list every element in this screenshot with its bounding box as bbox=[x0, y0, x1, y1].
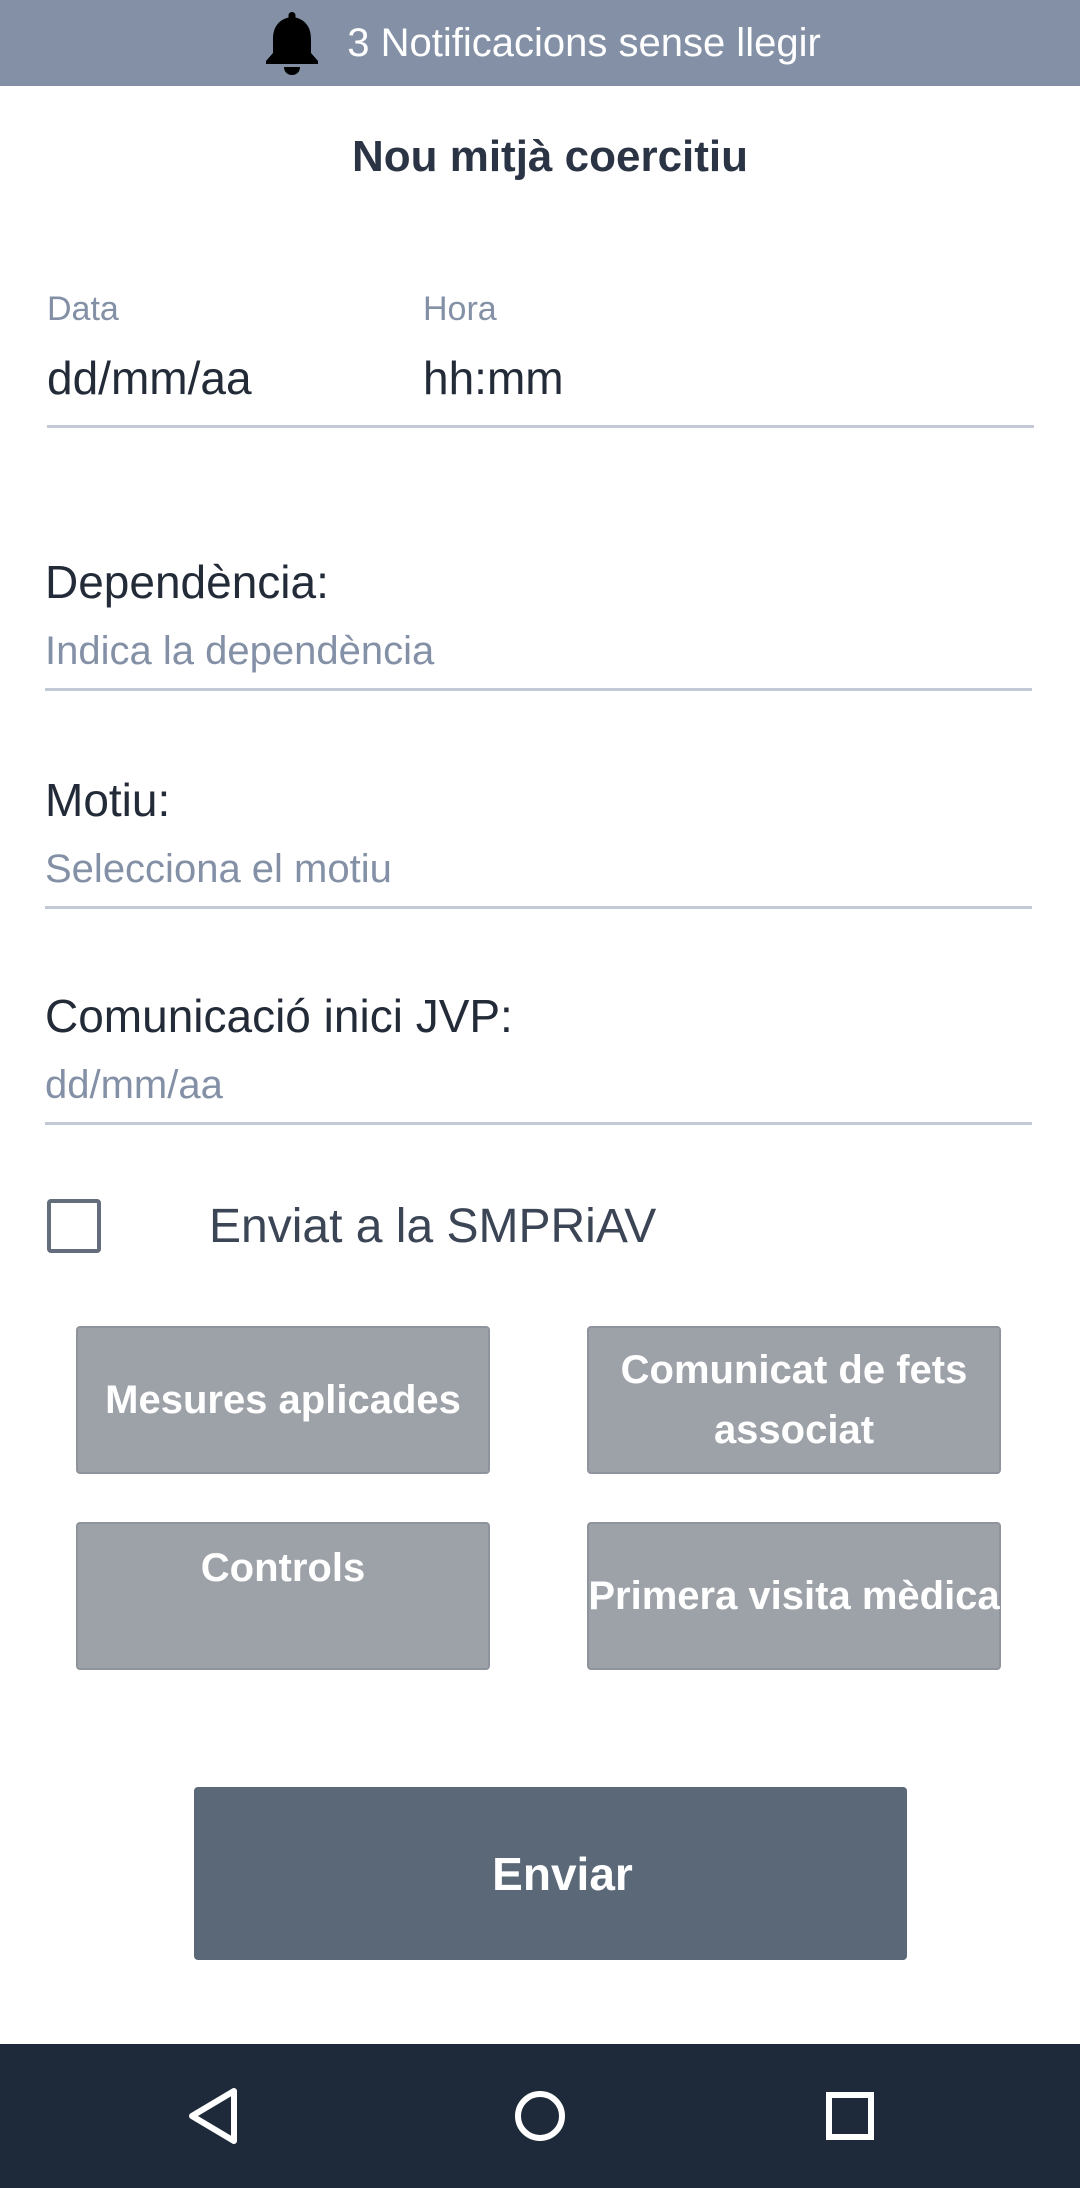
page-title: Nou mitjà coercitiu bbox=[351, 132, 749, 181]
date-label: Data bbox=[47, 290, 119, 328]
motiu-select[interactable]: Selecciona el motiu bbox=[45, 847, 1032, 906]
notification-banner[interactable]: 3 Notificacions sense llegir bbox=[0, 0, 1080, 86]
recents-icon[interactable] bbox=[815, 2081, 885, 2151]
time-label: Hora bbox=[423, 290, 497, 328]
comunicacio-jvp-label: Comunicació inici JVP: bbox=[45, 990, 513, 1042]
smpriav-checkbox-row[interactable]: Enviat a la SMPRiAV bbox=[47, 1196, 947, 1256]
comunicat-fets-button[interactable]: Comunicat de fets associat bbox=[587, 1326, 1001, 1474]
enviar-label: Enviar bbox=[492, 1847, 633, 1900]
motiu-field[interactable]: Motiu: Selecciona el motiu bbox=[45, 773, 1032, 909]
smpriav-checkbox[interactable] bbox=[47, 1199, 101, 1253]
mesures-aplicades-label: Mesures aplicades bbox=[105, 1378, 461, 1422]
mesures-aplicades-button[interactable]: Mesures aplicades bbox=[76, 1326, 490, 1474]
comunicacio-jvp-field[interactable]: Comunicació inici JVP: dd/mm/aa bbox=[45, 989, 1032, 1125]
dependencia-field[interactable]: Dependència: Indica la dependència bbox=[45, 555, 1032, 691]
time-input[interactable]: Hora hh:mm bbox=[423, 290, 923, 405]
date-value: dd/mm/aa bbox=[47, 352, 252, 404]
motiu-label: Motiu: bbox=[45, 774, 171, 826]
primera-visita-button[interactable]: Primera visita mèdica bbox=[587, 1522, 1001, 1670]
comunicat-fets-label: Comunicat de fets associat bbox=[620, 1348, 968, 1452]
date-input[interactable]: Data dd/mm/aa bbox=[47, 290, 407, 405]
dependencia-input[interactable]: Indica la dependència bbox=[45, 629, 1032, 688]
controls-label: Controls bbox=[200, 1546, 366, 1590]
time-value: hh:mm bbox=[423, 352, 564, 404]
comunicacio-jvp-input[interactable]: dd/mm/aa bbox=[45, 1063, 1032, 1122]
back-icon[interactable] bbox=[178, 2081, 248, 2151]
enviar-button[interactable]: Enviar bbox=[194, 1787, 907, 1960]
home-icon[interactable] bbox=[505, 2081, 575, 2151]
controls-button[interactable]: Controls bbox=[76, 1522, 490, 1670]
primera-visita-label: Primera visita mèdica bbox=[588, 1574, 1000, 1618]
dependencia-label: Dependència: bbox=[45, 556, 329, 608]
smpriav-checkbox-label: Enviat a la SMPRiAV bbox=[209, 1199, 657, 1253]
system-nav-bar bbox=[0, 2044, 1080, 2188]
date-time-row: Data dd/mm/aa Hora hh:mm bbox=[47, 290, 1034, 428]
bell-icon bbox=[259, 8, 325, 78]
notification-text: 3 Notificacions sense llegir bbox=[347, 20, 821, 65]
